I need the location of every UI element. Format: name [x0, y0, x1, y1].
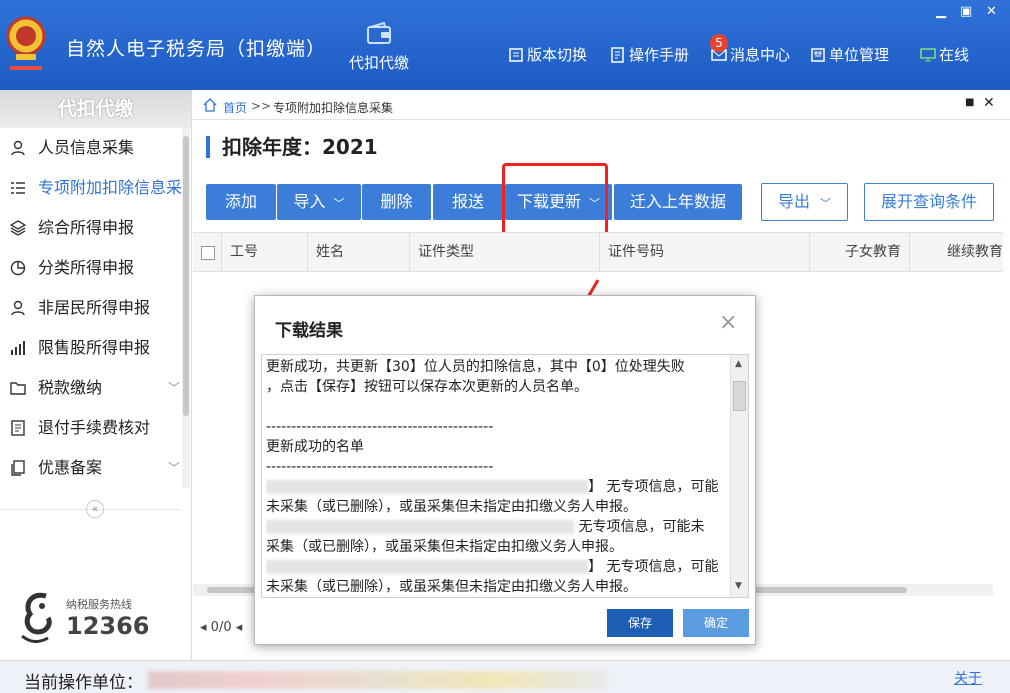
submit-button[interactable]: 报送 — [433, 184, 503, 220]
col-name[interactable]: 姓名 — [307, 233, 409, 272]
minimize-icon[interactable]: ▁ — [936, 4, 946, 19]
online-icon — [920, 47, 936, 61]
sidebar-item-preferential-filing[interactable]: 优惠备案 ﹀ — [0, 448, 184, 488]
hotline-block: 纳税服务热线 12366 — [18, 590, 150, 650]
message-count-badge: 5 — [710, 34, 728, 52]
list-icon — [11, 182, 25, 194]
add-button[interactable]: 添加 — [206, 184, 276, 220]
sidebar-item-restricted-shares[interactable]: 限售股所得申报 — [0, 328, 184, 368]
wallet-icon — [367, 22, 391, 44]
table-header: 工号 姓名 证件类型 证件号码 子女教育 继续教育 — [193, 232, 1003, 272]
save-button[interactable]: 保存 — [607, 609, 673, 637]
redacted-text — [266, 480, 588, 494]
maximize-icon[interactable]: ▣ — [960, 4, 972, 19]
app-header: 自然人电子税务局（扣缴端） 代扣代缴 版本切换 操作手册 消息中心 5 单位管理… — [0, 0, 1010, 90]
chevron-down-icon: ﹀ — [333, 197, 345, 210]
close-window-icon[interactable]: ✕ — [986, 4, 997, 19]
module-withholding[interactable]: 代扣代缴 — [336, 22, 422, 73]
sidebar-scrollbar[interactable] — [182, 128, 190, 488]
col-id-type[interactable]: 证件类型 — [409, 233, 599, 272]
chevron-down-icon: ﹀ — [168, 461, 181, 475]
unit-icon — [811, 47, 825, 62]
tax-emblem-icon — [6, 16, 46, 70]
about-link[interactable]: 关于 — [954, 668, 982, 688]
redacted-text — [266, 520, 574, 534]
nav-unit-management[interactable]: 单位管理 — [810, 44, 889, 65]
sidebar-item-tax-payment[interactable]: 税款缴纳 ﹀ — [0, 368, 184, 408]
status-bar: 当前操作单位： 关于 — [0, 660, 1010, 693]
pie-icon — [10, 260, 26, 276]
hotline-number: 12366 — [66, 612, 150, 640]
breadcrumb-current: 专项附加扣除信息采集 — [273, 101, 394, 115]
select-all-checkbox[interactable] — [201, 246, 215, 260]
collapse-sidebar-icon[interactable]: « — [86, 500, 104, 518]
app-title: 自然人电子税务局（扣缴端） — [66, 38, 327, 60]
scroll-up-icon[interactable]: ▲ — [735, 359, 742, 369]
expand-query-button[interactable]: 展开查询条件 — [864, 183, 994, 221]
sidebar-item-fee-refund[interactable]: 退付手续费核对 — [0, 408, 184, 448]
person-icon — [11, 300, 25, 316]
page-count: 0/0 — [210, 620, 232, 635]
nav-manual[interactable]: 操作手册 — [610, 44, 689, 65]
scroll-down-icon[interactable]: ▼ — [735, 581, 742, 591]
redacted-text — [266, 560, 588, 574]
home-icon — [203, 98, 217, 112]
sidebar-title: 代扣代缴 — [0, 90, 191, 128]
hotline-headset-icon — [21, 592, 52, 643]
dialog-scrollbar[interactable]: ▲ ▼ — [730, 355, 748, 597]
dialog-message: 更新成功，共更新【30】位人员的扣除信息，其中【0】位处理失败 ，点击【保存】按… — [266, 359, 719, 595]
version-icon — [509, 47, 523, 62]
module-label: 代扣代缴 — [348, 54, 409, 72]
restore-tab-icon[interactable]: ■ — [965, 97, 974, 108]
dialog-message-box[interactable]: 更新成功，共更新【30】位人员的扣除信息，其中【0】位处理失败 ，点击【保存】按… — [261, 354, 749, 598]
copy-icon — [11, 460, 25, 476]
chevron-down-icon: ﹀ — [168, 381, 181, 395]
breadcrumb: 首页 >> 专项附加扣除信息采集 ■ ✕ — [193, 90, 1010, 120]
dialog-title: 下载结果 — [275, 321, 343, 341]
breadcrumb-home[interactable]: 首页 — [223, 99, 247, 116]
current-unit-label: 当前操作单位： — [24, 673, 143, 693]
sidebar-item-special-deduction[interactable]: 专项附加扣除信息采集 — [0, 168, 184, 208]
deduction-year-title: 扣除年度：2021 — [206, 136, 378, 158]
person-icon — [11, 140, 25, 156]
document-icon — [11, 420, 25, 436]
col-child-education[interactable]: 子女教育 — [809, 233, 909, 272]
layers-icon — [10, 220, 26, 236]
bar-chart-icon — [11, 341, 25, 355]
nav-version-switch[interactable]: 版本切换 — [508, 44, 587, 65]
folder-icon — [10, 382, 26, 395]
close-tab-icon[interactable]: ✕ — [983, 95, 995, 111]
sidebar-item-personnel-info[interactable]: 人员信息采集 — [0, 128, 184, 168]
manual-icon — [611, 46, 624, 63]
delete-button[interactable]: 删除 — [362, 184, 431, 220]
highlight-box — [502, 163, 608, 235]
col-employee-id[interactable]: 工号 — [221, 233, 307, 272]
col-id-number[interactable]: 证件号码 — [599, 233, 809, 272]
import-button[interactable]: 导入 ﹀ — [277, 184, 361, 220]
close-dialog-icon[interactable]: × — [719, 310, 737, 335]
download-result-dialog: 下载结果 × 更新成功，共更新【30】位人员的扣除信息，其中【0】位处理失败 ，… — [254, 295, 756, 645]
hotline-label: 纳税服务热线 — [66, 598, 132, 611]
sidebar-item-classified-income[interactable]: 分类所得申报 — [0, 248, 184, 288]
migrate-last-year-button[interactable]: 迁入上年数据 — [614, 184, 742, 220]
breadcrumb-separator: >> — [251, 99, 272, 113]
chevron-down-icon: ﹀ — [820, 197, 831, 210]
export-button[interactable]: 导出 ﹀ — [761, 183, 848, 221]
col-continuing-education[interactable]: 继续教育 — [909, 233, 1003, 272]
sidebar-item-nonresident-income[interactable]: 非居民所得申报 — [0, 288, 184, 328]
ok-button[interactable]: 确定 — [683, 609, 749, 637]
pager: ◂ 0/0 ◂ — [200, 620, 243, 635]
sidebar-item-comprehensive-income[interactable]: 综合所得申报 — [0, 208, 184, 248]
nav-online-status[interactable]: 在线 — [920, 44, 969, 65]
redacted-unit-name — [148, 671, 608, 689]
sidebar: 代扣代缴 人员信息采集 专项附加扣除信息采集 综合所得申报 分类所得申报 非居民… — [0, 90, 192, 660]
